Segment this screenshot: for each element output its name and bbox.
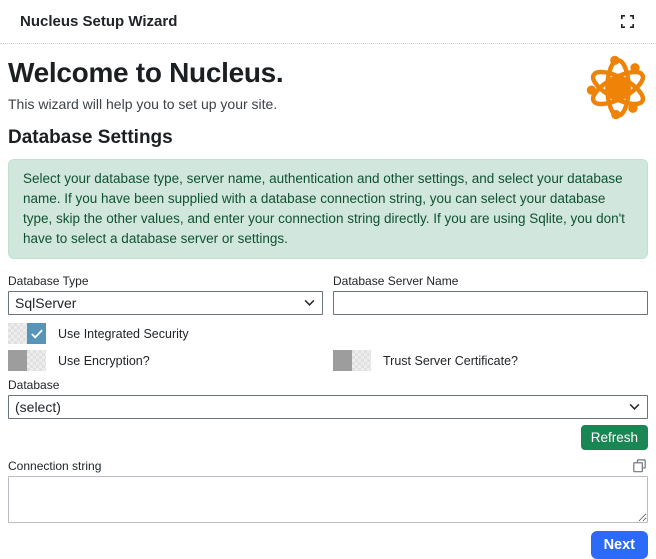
database-server-name-label: Database Server Name [333, 274, 648, 288]
toggle-off-half [8, 350, 27, 371]
database-settings-title: Database Settings [8, 127, 648, 149]
copy-icon [633, 461, 646, 476]
welcome-subtitle: This wizard will help you to set up your… [8, 96, 648, 112]
refresh-button[interactable]: Refresh [581, 425, 648, 450]
toggle-on-half [27, 323, 46, 344]
welcome-heading: Welcome to Nucleus. [8, 57, 648, 89]
database-server-name-field: Database Server Name [333, 274, 648, 315]
trust-server-certificate-row: Trust Server Certificate? [333, 350, 648, 372]
trust-server-certificate-label: Trust Server Certificate? [383, 354, 518, 368]
trust-server-certificate-toggle[interactable] [333, 350, 371, 371]
database-select[interactable]: (select) [8, 395, 648, 419]
database-field: Database (select) [8, 378, 648, 419]
toggle-off-half [8, 323, 27, 344]
next-button[interactable]: Next [591, 531, 648, 559]
checkmark-icon [31, 329, 43, 339]
use-encryption-toggle[interactable] [8, 350, 46, 371]
database-settings-form: Database Type SqlServer Database Server … [8, 274, 648, 559]
connection-string-label: Connection string [8, 459, 101, 473]
copy-button[interactable] [631, 459, 648, 473]
info-alert: Select your database type, server name, … [8, 159, 648, 259]
page-title: Nucleus Setup Wizard [20, 13, 177, 30]
connection-string-textarea[interactable] [8, 476, 648, 523]
use-integrated-security-toggle[interactable] [8, 323, 46, 344]
database-type-label: Database Type [8, 274, 323, 288]
database-server-name-input[interactable] [333, 291, 648, 315]
fullscreen-expand-icon [621, 16, 634, 31]
toggle-off-half [333, 350, 352, 371]
use-integrated-security-label: Use Integrated Security [58, 327, 189, 341]
atom-logo-icon [584, 54, 652, 122]
use-encryption-label: Use Encryption? [58, 354, 150, 368]
use-integrated-security-row: Use Integrated Security [8, 323, 648, 345]
fullscreen-button[interactable] [619, 13, 636, 30]
toggle-on-half [352, 350, 371, 371]
wizard-header: Nucleus Setup Wizard [0, 0, 656, 44]
database-label: Database [8, 378, 648, 392]
use-encryption-row: Use Encryption? [8, 350, 323, 372]
toggle-on-half [27, 350, 46, 371]
connection-string-header: Connection string [8, 459, 648, 473]
database-type-select[interactable]: SqlServer [8, 291, 323, 315]
database-type-field: Database Type SqlServer [8, 274, 323, 315]
